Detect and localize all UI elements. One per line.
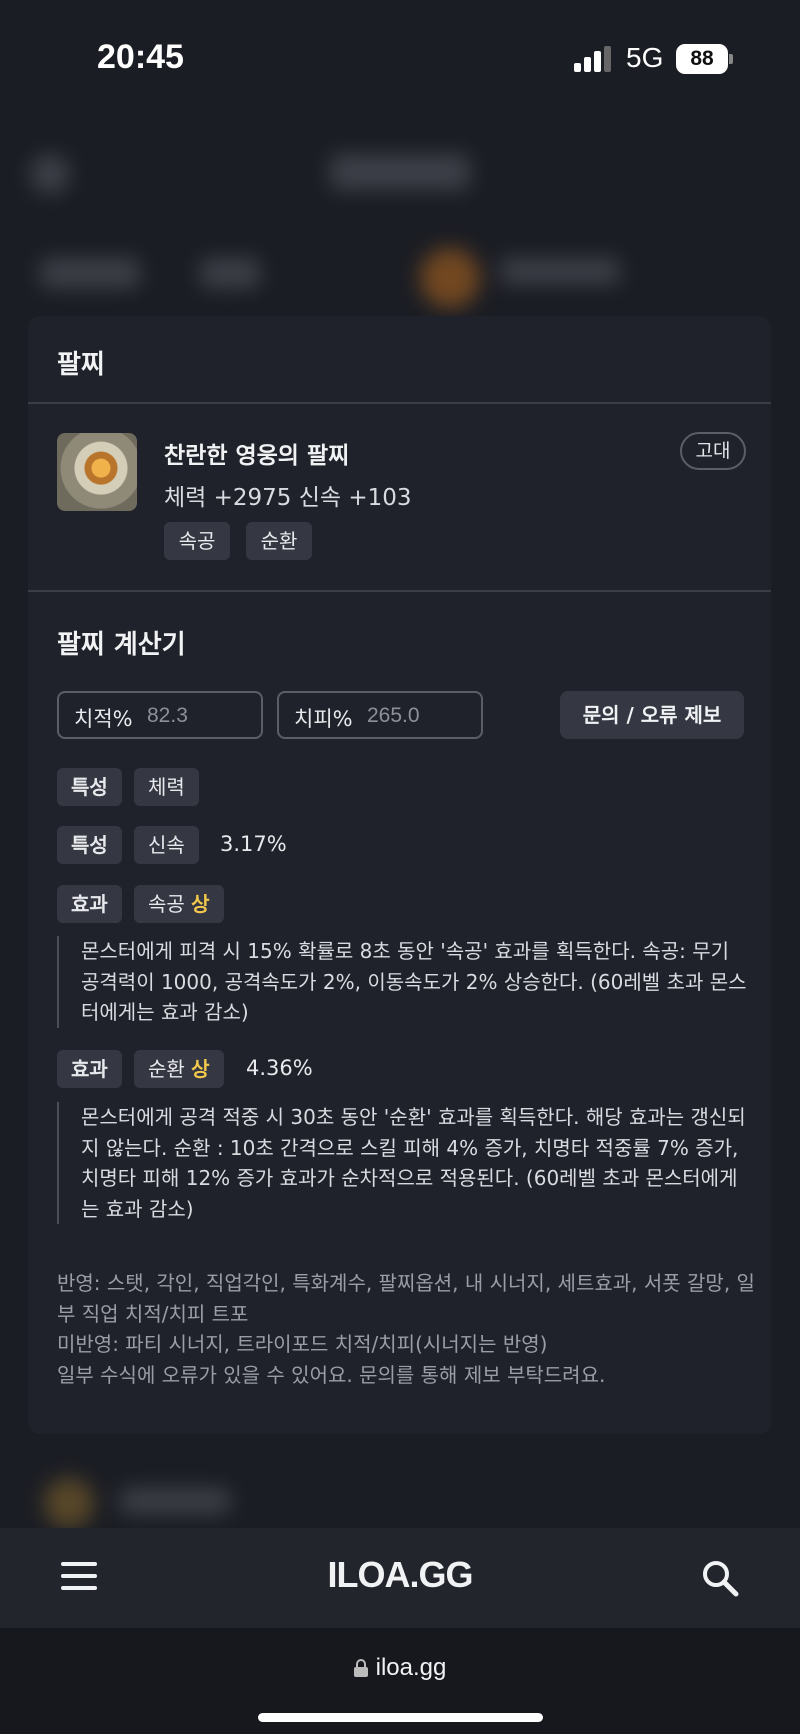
item-stats: 체력 +2975 신속 +103 bbox=[164, 485, 412, 511]
lock-icon bbox=[353, 1659, 368, 1677]
note-line: 일부 수식에 오류가 있을 수 있어요. 문의를 통해 제보 부탁드려요. bbox=[57, 1362, 606, 1387]
home-indicator[interactable] bbox=[258, 1713, 543, 1722]
divider bbox=[28, 590, 771, 592]
grade-badge: 고대 bbox=[680, 432, 746, 470]
effect-name: 순환 bbox=[148, 1057, 185, 1081]
calculator-notes: 반영: 스탯, 각인, 직업각인, 특화계수, 팔찌옵션, 내 시너지, 세트효… bbox=[57, 1268, 757, 1390]
battery-icon: 88 bbox=[676, 44, 733, 74]
row-name-chip: 체력 bbox=[134, 768, 199, 806]
row-kind-chip: 특성 bbox=[57, 826, 122, 864]
crit-rate-label: 치적% bbox=[74, 707, 133, 731]
row-kind-chip: 효과 bbox=[57, 885, 122, 923]
note-line: 반영: 스탯, 각인, 직업각인, 특화계수, 팔찌옵션, 내 시너지, 세트효… bbox=[57, 1271, 755, 1326]
browser-url-bar: iloa.gg bbox=[0, 1628, 800, 1734]
item-tag: 순환 bbox=[246, 522, 312, 560]
effect-name: 속공 bbox=[148, 892, 185, 916]
bottom-navbar: ILOA.GG bbox=[0, 1528, 800, 1628]
status-bar: 20:45 5G 88 bbox=[0, 0, 800, 118]
report-button[interactable]: 문의 / 오류 제보 bbox=[560, 691, 744, 739]
network-label: 5G bbox=[626, 42, 664, 73]
row-kind-chip: 특성 bbox=[57, 768, 122, 806]
row-value: 3.17% bbox=[220, 832, 287, 856]
effect-description: 몬스터에게 공격 적중 시 30초 동안 '순환' 효과를 획득한다. 해당 효… bbox=[57, 1102, 747, 1224]
calculator-title: 팔찌 계산기 bbox=[57, 630, 186, 660]
site-logo[interactable]: ILOA.GG bbox=[0, 1554, 800, 1596]
row-name-chip: 신속 bbox=[134, 826, 199, 864]
bracelet-modal: 팔찌 찬란한 영웅의 팔찌 체력 +2975 신속 +103 고대 속공 순환 … bbox=[28, 316, 771, 1434]
url-text: iloa.gg bbox=[375, 1654, 447, 1681]
row-name-chip: 속공 상 bbox=[134, 885, 224, 923]
effect-description: 몬스터에게 피격 시 15% 확률로 8초 동안 '속공' 효과를 획득한다. … bbox=[57, 936, 747, 1028]
crit-damage-field[interactable]: 치피% 265.0 bbox=[277, 691, 483, 739]
search-icon[interactable] bbox=[700, 1558, 740, 1598]
row-kind-chip: 효과 bbox=[57, 1050, 122, 1088]
row-name-chip: 순환 상 bbox=[134, 1050, 224, 1088]
bracelet-icon bbox=[57, 433, 137, 511]
battery-level: 88 bbox=[676, 44, 728, 74]
url-display[interactable]: iloa.gg bbox=[0, 1654, 800, 1682]
note-line: 미반영: 파티 시너지, 트라이포드 치적/치피(시너지는 반영) bbox=[57, 1332, 548, 1356]
effect-grade: 상 bbox=[191, 892, 210, 916]
divider bbox=[28, 402, 771, 404]
item-tag: 속공 bbox=[164, 522, 230, 560]
crit-rate-placeholder: 82.3 bbox=[147, 704, 188, 727]
item-name: 찬란한 영웅의 팔찌 bbox=[164, 443, 350, 469]
modal-title: 팔찌 bbox=[57, 350, 105, 380]
status-time: 20:45 bbox=[97, 38, 184, 76]
crit-rate-field[interactable]: 치적% 82.3 bbox=[57, 691, 263, 739]
signal-icon bbox=[574, 46, 611, 72]
effect-grade: 상 bbox=[191, 1057, 210, 1081]
crit-damage-placeholder: 265.0 bbox=[367, 704, 420, 727]
crit-damage-label: 치피% bbox=[294, 707, 353, 731]
row-value: 4.36% bbox=[246, 1056, 313, 1080]
